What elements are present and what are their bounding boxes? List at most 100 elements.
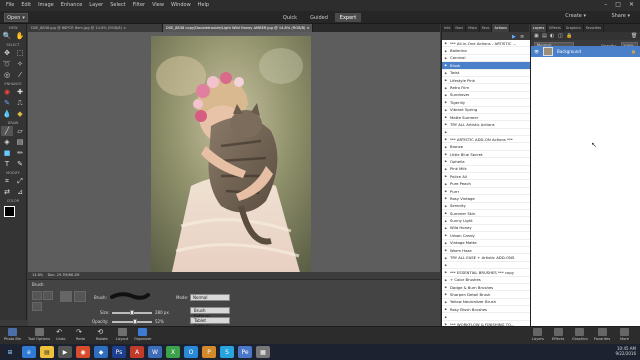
expand-triangle-icon[interactable]: ▶ bbox=[442, 241, 450, 245]
mask-icon[interactable]: ◫ bbox=[558, 33, 563, 39]
expand-triangle-icon[interactable]: ▶ bbox=[442, 307, 450, 311]
tab-favorites[interactable]: Favo bbox=[480, 24, 493, 32]
action-item[interactable]: ▶ TRY ALL Artistic Actions bbox=[442, 121, 530, 129]
brush-settings-button[interactable]: Brush Settings... bbox=[190, 307, 230, 319]
system-clock[interactable]: 10:45 AM 9/22/2016 bbox=[615, 346, 636, 356]
action-item[interactable]: ▶ Sharpen Detail Brush bbox=[442, 291, 530, 299]
sponge-tool-icon[interactable]: ◆ bbox=[14, 109, 26, 119]
expand-triangle-icon[interactable]: ▶ bbox=[442, 256, 450, 260]
organizer-button[interactable]: Organizer bbox=[134, 328, 152, 341]
expand-triangle-icon[interactable]: ▶ bbox=[442, 189, 450, 193]
tab-effects[interactable]: Effects bbox=[547, 24, 564, 32]
undo-button[interactable]: ↶ Undo bbox=[56, 328, 65, 341]
expand-triangle-icon[interactable]: ▶ bbox=[442, 71, 450, 75]
blend-mode-dropdown[interactable]: Normal bbox=[190, 294, 230, 301]
file-explorer-icon[interactable]: ▤ bbox=[40, 346, 54, 358]
eyedropper-icon[interactable]: ⁄ bbox=[14, 70, 26, 80]
document-tab-active[interactable]: DSE_8838 copy/Doubletrouble/Light Wild H… bbox=[163, 24, 313, 32]
expand-triangle-icon[interactable]: ▶ bbox=[442, 137, 450, 141]
expand-triangle-icon[interactable]: ▶ bbox=[442, 292, 450, 296]
expand-triangle-icon[interactable]: ▶ bbox=[442, 93, 450, 97]
action-item[interactable]: ▶ Little Blue Secret bbox=[442, 151, 530, 159]
tool-options-button[interactable]: Tool Options bbox=[28, 328, 50, 341]
expand-triangle-icon[interactable]: ▶ bbox=[442, 41, 450, 45]
action-item[interactable]: ▶ bbox=[442, 313, 530, 321]
foreground-color-swatch[interactable] bbox=[4, 206, 15, 217]
zoom-level[interactable]: 14.8% bbox=[32, 273, 43, 277]
action-item[interactable]: ▶ Retro Film bbox=[442, 84, 530, 92]
action-item[interactable]: ▶ *** All-in-One Actions - ARTISTIC ... bbox=[442, 40, 530, 48]
trash-icon[interactable]: 🗑 bbox=[631, 33, 637, 39]
action-item[interactable]: ▶ Purrr bbox=[442, 188, 530, 196]
tab-histogram[interactable]: Histo bbox=[466, 24, 480, 32]
app-icon[interactable]: ◆ bbox=[94, 346, 108, 358]
action-item[interactable]: ▶ Sunny Light bbox=[442, 217, 530, 225]
minimize-icon[interactable]: – bbox=[604, 1, 607, 8]
hand-tool-icon[interactable]: ✋ bbox=[14, 31, 26, 41]
expand-triangle-icon[interactable]: ▶ bbox=[442, 196, 450, 200]
expand-triangle-icon[interactable]: ▶ bbox=[442, 78, 450, 82]
action-item[interactable]: ▶ *** ESSENTIAL BRUSHES *** copy bbox=[442, 269, 530, 277]
tab-quick[interactable]: Quick bbox=[277, 13, 303, 22]
action-item[interactable]: ▶ Pure Peach bbox=[442, 180, 530, 188]
photo-canvas[interactable] bbox=[151, 36, 311, 276]
tablet-settings-button[interactable]: Tablet Settings... bbox=[190, 317, 230, 329]
rotate-button[interactable]: ⟲ Rotate bbox=[96, 328, 108, 341]
expand-triangle-icon[interactable]: ▶ bbox=[442, 152, 450, 156]
action-item[interactable]: ▶ Matte Summer bbox=[442, 114, 530, 122]
blur-tool-icon[interactable]: 💧 bbox=[1, 109, 13, 119]
tab-graphics[interactable]: Graphics bbox=[564, 24, 584, 32]
action-item[interactable]: ▶ Ophelia bbox=[442, 158, 530, 166]
close-icon[interactable]: ✕ bbox=[629, 1, 634, 8]
powerpoint-icon[interactable]: P bbox=[202, 346, 216, 358]
firefox-icon[interactable]: ◉ bbox=[76, 346, 90, 358]
action-item[interactable]: ▶ Tigerlily bbox=[442, 99, 530, 107]
size-value[interactable]: 280 px bbox=[155, 310, 169, 315]
paint-bucket-icon[interactable]: ◈ bbox=[1, 137, 13, 147]
opacity-slider-knob[interactable] bbox=[133, 319, 137, 324]
action-item[interactable]: ▶ Urban Candy bbox=[442, 232, 530, 240]
action-item[interactable]: ▶ TRY ALL EASE + Artistic ADD-ONS bbox=[442, 254, 530, 262]
expand-triangle-icon[interactable]: ▶ bbox=[442, 315, 450, 319]
new-group-icon[interactable]: ▤ bbox=[542, 33, 547, 39]
impressionist-brush-icon[interactable] bbox=[43, 291, 53, 300]
open-button[interactable]: Open ▾ bbox=[4, 13, 28, 22]
vertical-type-icon[interactable]: ✎ bbox=[14, 159, 26, 169]
content-move-icon[interactable]: ⇄ bbox=[1, 187, 13, 197]
action-item[interactable]: ▶ Carnival bbox=[442, 55, 530, 63]
expand-triangle-icon[interactable]: ▶ bbox=[442, 63, 450, 67]
action-item[interactable]: ▶ bbox=[442, 129, 530, 137]
expand-triangle-icon[interactable]: ▶ bbox=[442, 115, 450, 119]
brush-preview[interactable] bbox=[110, 292, 150, 300]
share-button[interactable]: Share ▾ bbox=[611, 13, 630, 19]
action-item[interactable]: ▶ Pink Milk bbox=[442, 166, 530, 174]
action-item[interactable]: ▶ Rosy Blush Brushes bbox=[442, 306, 530, 314]
expand-triangle-icon[interactable]: ▶ bbox=[442, 285, 450, 289]
action-item[interactable]: ▶ Wild Honey bbox=[442, 225, 530, 233]
action-item[interactable]: ▶ Warm Haze bbox=[442, 247, 530, 255]
menu-layer[interactable]: Layer bbox=[89, 2, 103, 8]
tab-layer-favorites[interactable]: Favorites bbox=[584, 24, 605, 32]
expand-triangle-icon[interactable]: ▶ bbox=[442, 122, 450, 126]
action-item[interactable]: ▶ Rosy Vintage bbox=[442, 195, 530, 203]
expand-triangle-icon[interactable]: ▶ bbox=[442, 219, 450, 223]
menu-enhance[interactable]: Enhance bbox=[61, 2, 83, 8]
action-item[interactable]: ▶ + Color Brushes bbox=[442, 277, 530, 284]
document-tab[interactable]: DSE_8838.jpg @ 88PCR Rem.jpg @ 14.8% (RG… bbox=[28, 24, 163, 32]
tab-actions[interactable]: Actions bbox=[492, 24, 510, 32]
action-item[interactable]: ▶ Dodge & Burn Brushes bbox=[442, 284, 530, 292]
tab-expert[interactable]: Expert bbox=[335, 13, 361, 22]
expand-triangle-icon[interactable]: ▶ bbox=[442, 130, 450, 134]
spot-healing-icon[interactable]: ✚ bbox=[14, 87, 26, 97]
pencil-tool-icon[interactable]: ✏ bbox=[14, 148, 26, 158]
calculator-icon[interactable]: ▦ bbox=[256, 346, 270, 358]
redo-button[interactable]: ↷ Redo bbox=[76, 328, 85, 341]
action-item[interactable]: ▶ Police All bbox=[442, 173, 530, 181]
action-item[interactable]: ▶ Vibrant Spring bbox=[442, 107, 530, 114]
expand-triangle-icon[interactable]: ▶ bbox=[442, 167, 450, 171]
recompose-tool-icon[interactable]: ⤢ bbox=[14, 176, 26, 186]
ie-icon[interactable]: e bbox=[22, 346, 36, 358]
canvas-area[interactable] bbox=[28, 32, 440, 276]
photoshop-icon[interactable]: Ps bbox=[112, 346, 126, 358]
action-item[interactable]: ▶ Summer Skin bbox=[442, 210, 530, 218]
